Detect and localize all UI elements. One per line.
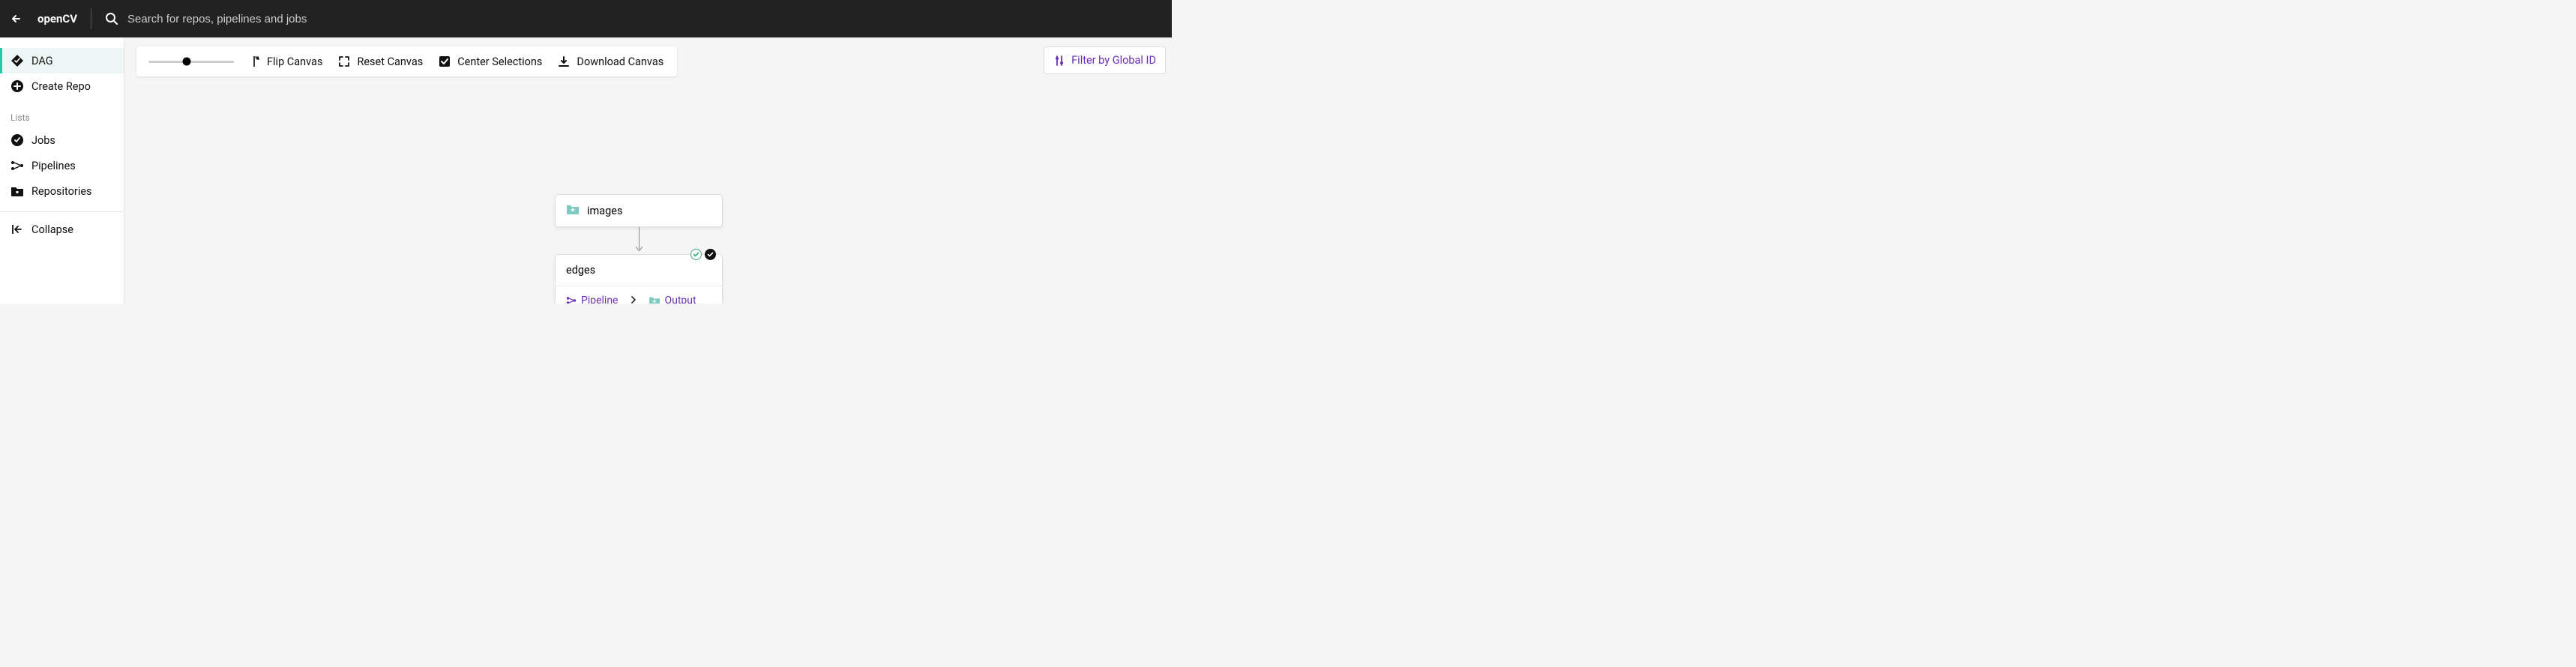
folder-plus-icon xyxy=(566,203,580,218)
dag-icon xyxy=(10,54,24,67)
sidebar: DAG Create Repo Lists Jobs Pipelines xyxy=(0,37,124,304)
search-wrap xyxy=(105,12,1163,25)
download-icon xyxy=(557,55,571,68)
brand-name[interactable]: openCV xyxy=(37,12,77,25)
flip-canvas-button[interactable]: Flip Canvas xyxy=(240,46,330,76)
sidebar-item-label: Pipelines xyxy=(31,160,76,172)
dag-repo-node[interactable]: images xyxy=(555,194,723,227)
back-button[interactable] xyxy=(9,11,24,26)
center-selections-button[interactable]: Center Selections xyxy=(430,46,550,76)
pipeline-link-label: Pipeline xyxy=(581,295,619,304)
sidebar-item-label: Jobs xyxy=(31,134,55,147)
sidebar-item-pipelines[interactable]: Pipelines xyxy=(0,153,124,178)
folder-plus-small-icon xyxy=(648,295,660,304)
slider-track xyxy=(148,61,234,63)
slider-thumb[interactable] xyxy=(183,58,191,66)
sidebar-collapse-button[interactable]: Collapse xyxy=(0,215,124,244)
sidebar-item-label: Repositories xyxy=(31,185,92,198)
sidebar-lists-header: Lists xyxy=(0,103,124,127)
toolbar-label: Flip Canvas xyxy=(267,55,322,68)
repositories-icon xyxy=(10,184,24,198)
sidebar-item-create-repo[interactable]: Create Repo xyxy=(0,73,124,99)
canvas-area[interactable]: Flip Canvas Reset Canvas Center Selectio… xyxy=(124,37,1172,304)
center-icon xyxy=(438,55,451,68)
sidebar-collapse-label: Collapse xyxy=(31,223,73,236)
pipeline-link[interactable]: Pipeline xyxy=(566,295,619,304)
jobs-icon xyxy=(10,133,24,147)
sidebar-item-jobs[interactable]: Jobs xyxy=(0,127,124,153)
dag-pipeline-footer: Pipeline Output xyxy=(556,286,722,304)
pipeline-small-icon xyxy=(566,295,577,304)
status-success-badge[interactable] xyxy=(690,249,702,260)
pipelines-icon xyxy=(10,159,24,172)
output-link-label: Output xyxy=(665,295,696,304)
toolbar-label: Download Canvas xyxy=(577,55,663,68)
reset-icon xyxy=(337,55,351,68)
canvas-toolbar: Flip Canvas Reset Canvas Center Selectio… xyxy=(136,46,677,76)
reset-canvas-button[interactable]: Reset Canvas xyxy=(330,46,430,76)
sidebar-item-dag[interactable]: DAG xyxy=(0,48,124,73)
sidebar-item-label: DAG xyxy=(31,55,53,67)
plus-circle-icon xyxy=(10,79,24,93)
chevron-right-icon xyxy=(631,295,637,304)
sidebar-item-label: Create Repo xyxy=(31,80,91,93)
sidebar-item-repositories[interactable]: Repositories xyxy=(0,178,124,204)
flip-icon xyxy=(247,55,261,68)
download-canvas-button[interactable]: Download Canvas xyxy=(550,46,671,76)
search-input[interactable] xyxy=(127,13,427,25)
search-icon xyxy=(105,12,118,25)
arrow-left-icon xyxy=(10,13,22,25)
app-header: openCV xyxy=(0,0,1172,37)
filter-sliders-icon xyxy=(1053,55,1065,67)
filter-label: Filter by Global ID xyxy=(1071,54,1156,67)
filter-global-id-button[interactable]: Filter by Global ID xyxy=(1044,46,1166,74)
toolbar-label: Center Selections xyxy=(457,55,542,68)
dag-edge-arrowhead xyxy=(636,247,643,251)
dag-repo-name: images xyxy=(587,205,622,217)
dag-node-badges xyxy=(690,249,716,260)
dag-pipeline-node[interactable]: edges Pipeline Output xyxy=(555,254,723,304)
sidebar-divider xyxy=(0,211,124,212)
status-jobs-badge[interactable] xyxy=(705,249,716,260)
toolbar-label: Reset Canvas xyxy=(357,55,423,68)
zoom-slider[interactable] xyxy=(142,61,240,63)
collapse-icon xyxy=(10,223,24,236)
output-link[interactable]: Output xyxy=(648,295,696,304)
